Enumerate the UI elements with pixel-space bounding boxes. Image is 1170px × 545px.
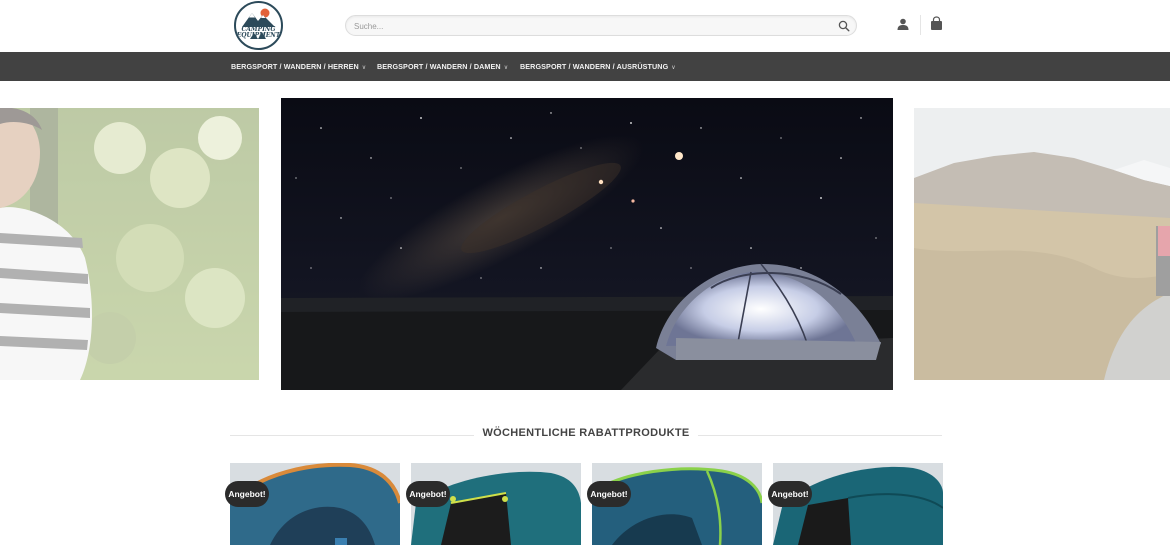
- sale-badge: Angebot!: [768, 481, 812, 507]
- sale-badge: Angebot!: [587, 481, 631, 507]
- chevron-down-icon: ∨: [671, 65, 676, 71]
- section-divider-right: [698, 435, 942, 436]
- night-sky-tent-image: [281, 98, 893, 390]
- sale-badge: Angebot!: [225, 481, 269, 507]
- man-in-forest-image: [0, 108, 259, 380]
- nav-item-damen[interactable]: BERGSPORT / WANDERN / DAMEN ∨: [377, 52, 508, 81]
- chevron-down-icon: ∨: [503, 65, 509, 71]
- slider-current-slide[interactable]: [281, 98, 893, 390]
- user-icon[interactable]: [896, 17, 910, 31]
- hiker-mountain-image: [914, 108, 1170, 380]
- section-divider-left: [230, 435, 474, 436]
- site-header: CAMPING EQUIPMENT: [0, 0, 1170, 52]
- search-bar: [345, 15, 857, 36]
- section-title: WÖCHENTLICHE RABATTPRODUKTE: [482, 427, 690, 439]
- shopping-bag-icon[interactable]: [929, 16, 944, 31]
- nav-item-herren[interactable]: BERGSPORT / WANDERN / HERREN ∨: [231, 52, 366, 81]
- search-icon[interactable]: [838, 20, 850, 32]
- slider-previous-slide[interactable]: [0, 108, 259, 380]
- slider-next-slide[interactable]: [914, 108, 1170, 380]
- nav-item-label: BERGSPORT / WANDERN / AUSRÜSTUNG: [520, 62, 669, 71]
- nav-item-label: BERGSPORT / WANDERN / HERREN: [231, 62, 359, 71]
- sale-badge: Angebot!: [406, 481, 450, 507]
- logo-line-2: EQUIPMENT: [236, 32, 281, 39]
- site-logo[interactable]: CAMPING EQUIPMENT: [234, 1, 283, 50]
- header-divider: [920, 15, 921, 35]
- search-input[interactable]: [354, 18, 824, 34]
- main-navigation: BERGSPORT / WANDERN / HERREN ∨ BERGSPORT …: [0, 52, 1170, 81]
- nav-item-ausruestung[interactable]: BERGSPORT / WANDERN / AUSRÜSTUNG ∨: [520, 52, 676, 81]
- nav-item-label: BERGSPORT / WANDERN / DAMEN: [377, 62, 501, 71]
- logo-text: CAMPING EQUIPMENT: [236, 27, 281, 39]
- chevron-down-icon: ∨: [361, 65, 367, 71]
